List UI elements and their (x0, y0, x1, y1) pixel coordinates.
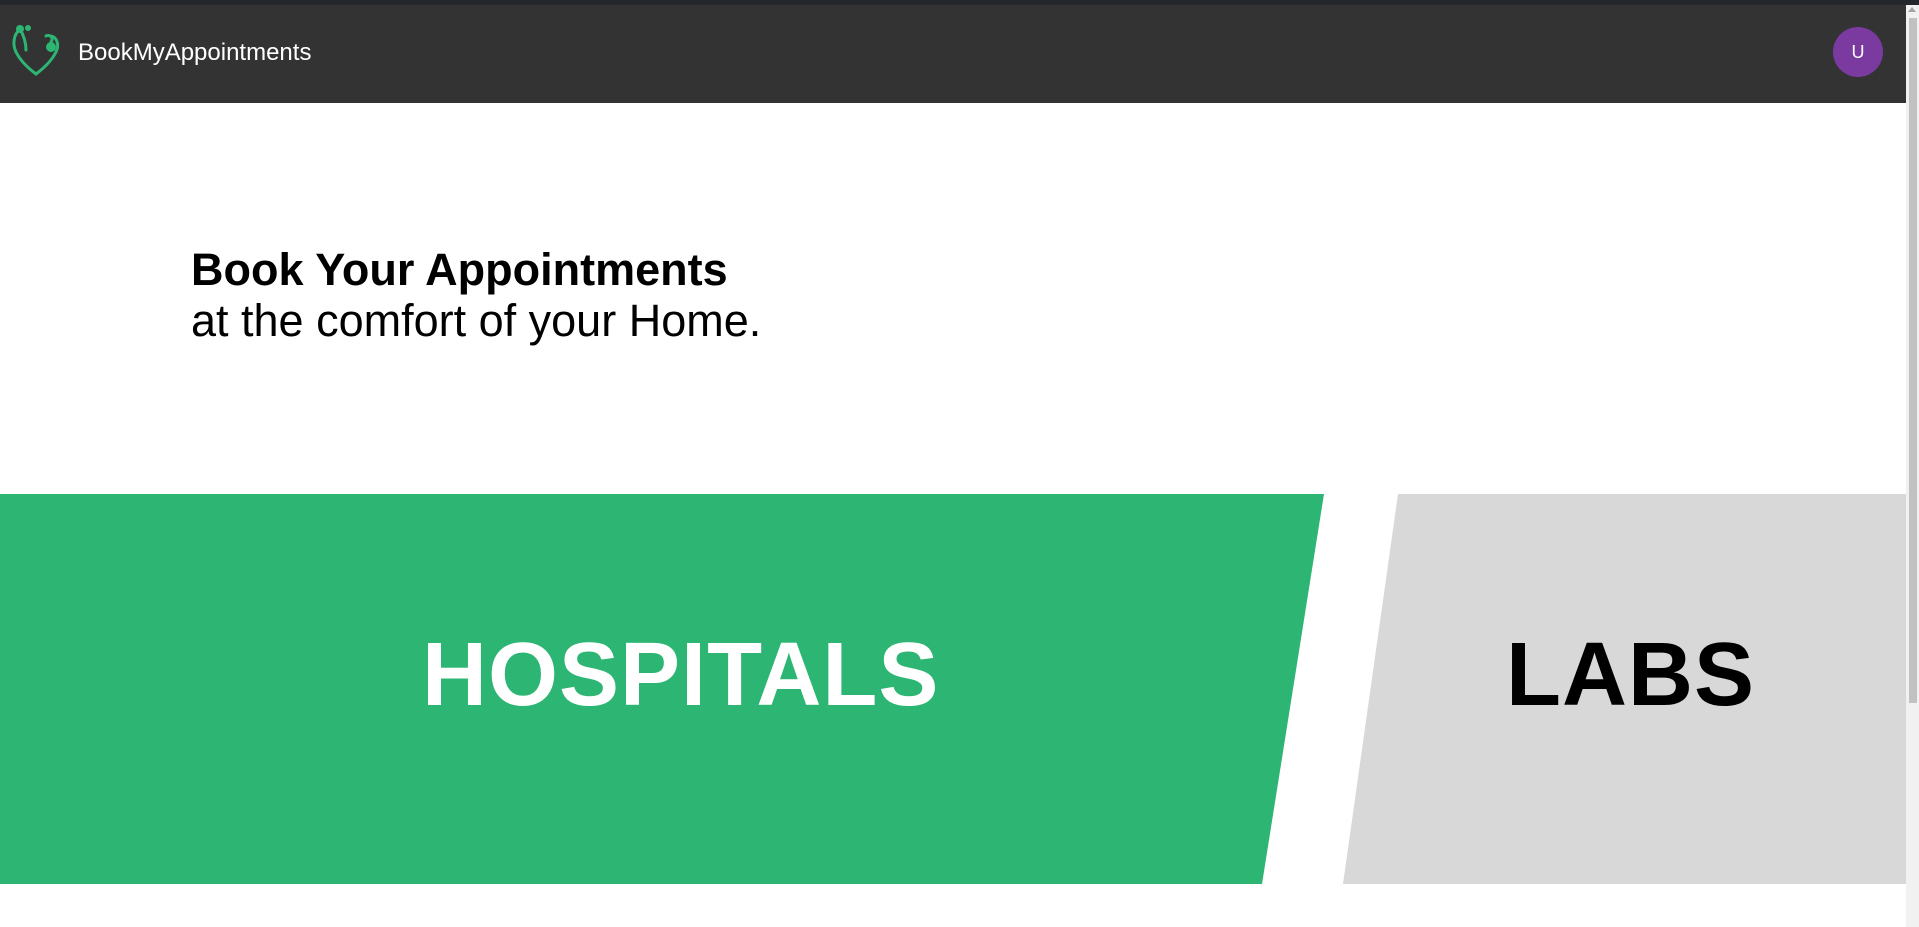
stethoscope-heart-icon (12, 25, 60, 76)
labs-label: LABS (1506, 625, 1755, 725)
hospitals-panel[interactable]: HOSPITALS (0, 494, 1324, 884)
user-avatar[interactable]: U (1833, 27, 1883, 77)
category-panels: HOSPITALS LABS (0, 494, 1906, 884)
scroll-up-arrow-icon[interactable] (1908, 7, 1916, 12)
brand-name: BookMyAppointments (78, 39, 312, 66)
navbar: BookMyAppointments U (0, 5, 1906, 103)
hero: Book Your Appointments at the comfort of… (191, 244, 761, 346)
hospitals-label: HOSPITALS (422, 625, 940, 725)
hero-title: Book Your Appointments (191, 244, 728, 295)
brand[interactable]: BookMyAppointments (6, 22, 311, 84)
page-scrollbar[interactable] (1906, 5, 1919, 927)
labs-panel[interactable]: LABS (1343, 494, 1906, 884)
hero-subtitle: at the comfort of your Home. (191, 295, 762, 346)
scrollbar-thumb[interactable] (1909, 18, 1917, 703)
